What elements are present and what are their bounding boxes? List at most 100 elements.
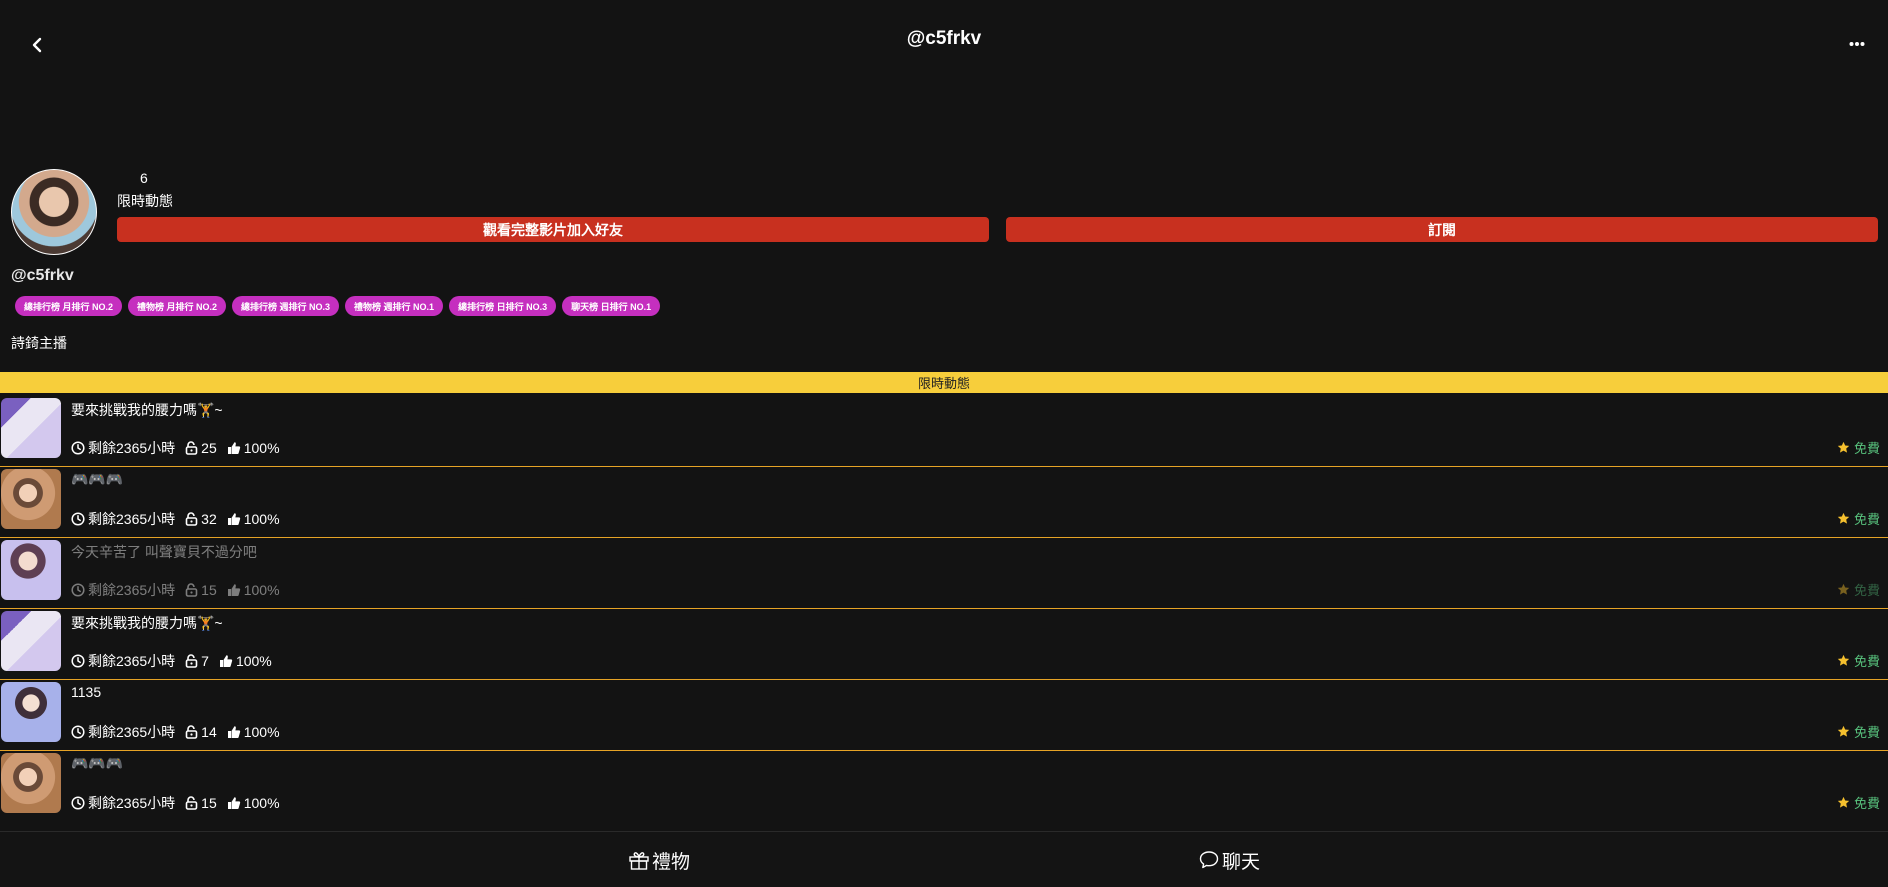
star-icon	[1837, 512, 1850, 524]
thumbs-up-icon	[227, 442, 240, 454]
star-icon	[1837, 583, 1850, 595]
story-item[interactable]: 今天辛苦了 叫聲寶貝不過分吧 剩餘2365小時 15 100% 免費	[0, 538, 1888, 609]
story-thumbnail	[1, 682, 61, 742]
story-thumbnail	[1, 469, 61, 529]
thumbs-up-icon	[227, 726, 240, 738]
story-title: 要來挑戰我的腰力嗎🏋️~	[71, 615, 223, 631]
story-meta: 剩餘2365小時 7 100%	[71, 651, 282, 671]
story-thumbnail	[1, 611, 61, 671]
story-item[interactable]: 1135 剩餘2365小時 14 100% 免費	[0, 680, 1888, 751]
unlock-icon	[185, 441, 198, 455]
thumbs-up-icon	[227, 797, 240, 809]
clock-icon	[71, 512, 85, 526]
watch-add-friend-button[interactable]: 觀看完整影片加入好友	[117, 217, 989, 242]
chat-button[interactable]: 聊天	[1198, 844, 1260, 876]
gift-label: 禮物	[652, 851, 691, 873]
story-unlocks: 14	[201, 724, 217, 740]
ranking-badge: 總排行榜 日排行 NO.3	[449, 296, 557, 316]
story-item[interactable]: 要來挑戰我的腰力嗎🏋️~ 剩餘2365小時 7 100% 免費	[0, 609, 1888, 680]
profile-avatar[interactable]	[11, 169, 97, 255]
story-remaining: 剩餘2365小時	[88, 582, 176, 598]
story-price: 免費	[1837, 793, 1880, 812]
top-bar: @c5frkv	[0, 0, 1888, 90]
story-remaining: 剩餘2365小時	[88, 440, 176, 456]
chat-label: 聊天	[1222, 851, 1261, 873]
story-thumbnail	[1, 540, 61, 600]
story-title: 🎮🎮🎮	[71, 471, 124, 487]
story-meta: 剩餘2365小時 15 100%	[71, 793, 290, 813]
story-unlocks: 7	[201, 653, 209, 669]
story-price: 免費	[1837, 651, 1880, 670]
ranking-badge: 禮物榜 月排行 NO.2	[128, 296, 227, 316]
ranking-badge: 總排行榜 週排行 NO.3	[232, 296, 340, 316]
profile-username: @c5frkv	[11, 267, 74, 284]
star-icon	[1837, 441, 1850, 453]
clock-icon	[71, 441, 85, 455]
story-price-label: 免費	[1853, 725, 1880, 740]
story-price: 免費	[1837, 722, 1880, 741]
thumbs-up-icon	[227, 584, 240, 596]
story-price-label: 免費	[1853, 583, 1880, 598]
story-meta: 剩餘2365小時 32 100%	[71, 509, 290, 529]
unlock-icon	[185, 583, 198, 597]
story-unlocks: 25	[201, 440, 217, 456]
story-count-label: 限時動態	[117, 193, 173, 209]
story-price-label: 免費	[1853, 441, 1880, 456]
story-price: 免費	[1837, 580, 1880, 599]
story-title: 要來挑戰我的腰力嗎🏋️~	[71, 402, 223, 418]
story-price: 免費	[1837, 438, 1880, 457]
story-likes: 100%	[243, 440, 280, 456]
story-price-label: 免費	[1853, 512, 1880, 527]
story-unlocks: 15	[201, 795, 217, 811]
story-remaining: 剩餘2365小時	[88, 724, 176, 740]
story-title: 🎮🎮🎮	[71, 755, 124, 771]
story-item[interactable]: 🎮🎮🎮 剩餘2365小時 15 100% 免費	[0, 751, 1888, 822]
gift-button[interactable]: 禮物	[628, 844, 690, 876]
story-remaining: 剩餘2365小時	[88, 653, 176, 669]
star-icon	[1837, 654, 1850, 666]
story-price-label: 免費	[1853, 654, 1880, 669]
story-likes: 100%	[243, 724, 280, 740]
story-meta: 剩餘2365小時 15 100%	[71, 580, 290, 600]
clock-icon	[71, 583, 85, 597]
story-thumbnail	[1, 753, 61, 813]
more-options-button[interactable]	[1840, 30, 1874, 58]
unlock-icon	[185, 512, 198, 526]
story-count: 6	[140, 170, 148, 186]
story-title: 1135	[71, 684, 102, 700]
story-item[interactable]: 🎮🎮🎮 剩餘2365小時 32 100% 免費	[0, 467, 1888, 538]
story-remaining: 剩餘2365小時	[88, 795, 176, 811]
bottom-action-bar: 禮物 聊天	[0, 831, 1888, 887]
more-dots-icon	[1849, 42, 1865, 46]
star-icon	[1837, 725, 1850, 737]
story-likes: 100%	[243, 582, 280, 598]
unlock-icon	[185, 796, 198, 810]
page-title: @c5frkv	[906, 28, 982, 49]
story-thumbnail	[1, 398, 61, 458]
clock-icon	[71, 654, 85, 668]
story-likes: 100%	[235, 653, 272, 669]
subscribe-button[interactable]: 訂閱	[1006, 217, 1878, 242]
story-remaining: 剩餘2365小時	[88, 511, 176, 527]
story-title: 今天辛苦了 叫聲寶貝不過分吧	[71, 544, 257, 560]
clock-icon	[71, 796, 85, 810]
gift-icon	[629, 852, 649, 870]
unlock-icon	[185, 654, 198, 668]
story-meta: 剩餘2365小時 25 100%	[71, 438, 290, 458]
unlock-icon	[185, 725, 198, 739]
clock-icon	[71, 725, 85, 739]
story-meta: 剩餘2365小時 14 100%	[71, 722, 290, 742]
ranking-badge: 總排行榜 月排行 NO.2	[15, 296, 123, 316]
ranking-badge: 聊天榜 日排行 NO.1	[562, 296, 661, 316]
story-price: 免費	[1837, 509, 1880, 528]
ranking-badges: 總排行榜 月排行 NO.2 禮物榜 月排行 NO.2 總排行榜 週排行 NO.3…	[15, 296, 661, 316]
profile-bio: 詩錡主播	[11, 335, 67, 351]
chat-icon	[1199, 851, 1219, 869]
thumbs-up-icon	[219, 655, 233, 667]
story-likes: 100%	[243, 795, 280, 811]
story-price-label: 免費	[1853, 796, 1880, 811]
thumbs-up-icon	[227, 513, 240, 525]
stories-section-header: 限時動態	[0, 372, 1888, 393]
story-item[interactable]: 要來挑戰我的腰力嗎🏋️~ 剩餘2365小時 25 100% 免費	[0, 396, 1888, 467]
story-list: 要來挑戰我的腰力嗎🏋️~ 剩餘2365小時 25 100% 免費 🎮🎮🎮 剩餘2…	[0, 396, 1888, 822]
